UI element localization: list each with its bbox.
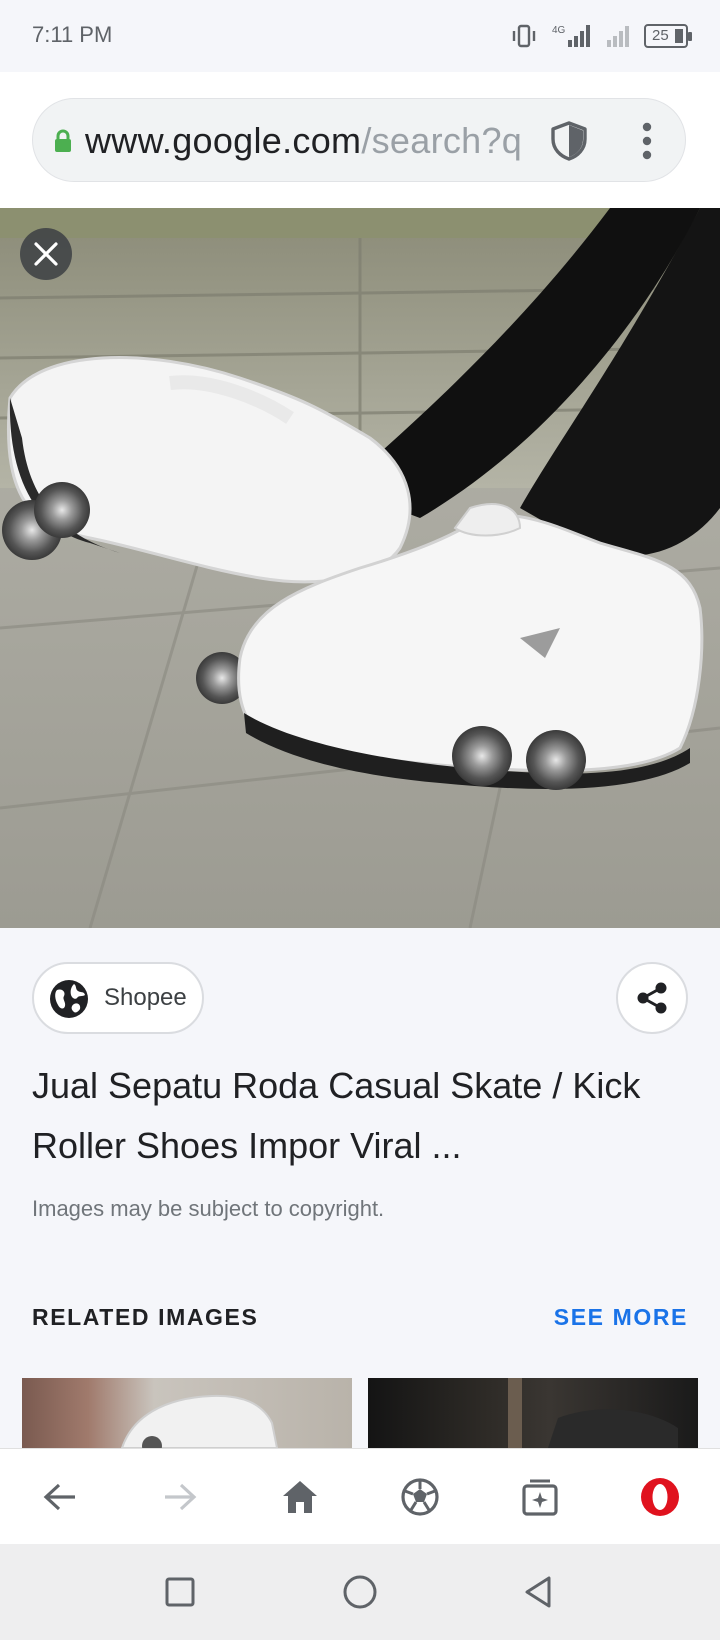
source-name: Shopee [104,984,187,1011]
status-time: 7:11 PM [32,22,113,47]
globe-icon [50,980,88,1018]
forward-button[interactable] [156,1473,204,1521]
arrow-left-icon [43,1483,75,1511]
share-icon [637,982,667,1014]
shield-icon[interactable] [547,119,591,163]
see-more-link[interactable]: SEE MORE [554,1304,688,1331]
soccer-ball-icon [401,1478,439,1516]
copyright-note: Images may be subject to copyright. [32,1196,385,1221]
tabs-icon [522,1479,558,1516]
arrow-right-icon [165,1483,197,1511]
back-button[interactable] [36,1473,84,1521]
system-home-button[interactable] [338,1570,382,1614]
square-icon [165,1577,195,1607]
url-path: /search?q [361,120,523,161]
tabs-button[interactable] [516,1473,564,1521]
address-bar[interactable]: www.google.com/search?q [32,98,686,182]
related-images-header: RELATED IMAGES [32,1304,259,1330]
related-image-thumbnail[interactable] [22,1378,352,1448]
status-bar: 7:11 PM 4G 25 [0,0,720,72]
url-text[interactable]: www.google.com/search?q [85,118,567,164]
browser-toolbar: www.google.com/search?q [0,72,720,208]
battery-level: 25 [652,27,669,44]
opera-logo-icon [641,1478,679,1516]
browser-screen: 7:11 PM 4G 25 www.google.com/search?q Sh… [0,0,720,1640]
discover-button[interactable] [396,1473,444,1521]
network-type-label: 4G [552,25,566,36]
home-icon [283,1481,317,1513]
more-vert-icon[interactable] [641,121,653,161]
result-title[interactable]: Jual Sepatu Roda Casual Skate / Kick Rol… [32,1056,682,1176]
related-image-thumbnail[interactable] [368,1378,698,1448]
close-button[interactable] [20,228,72,280]
source-chip[interactable]: Shopee [32,962,204,1034]
result-image [0,208,720,928]
lock-icon [55,129,71,152]
url-host: www.google.com [85,120,362,161]
circle-icon [343,1575,377,1609]
recent-apps-button[interactable] [158,1570,202,1614]
battery-icon: 25 [644,24,692,48]
share-button[interactable] [616,962,688,1034]
system-back-button[interactable] [516,1570,560,1614]
home-button[interactable] [276,1473,324,1521]
vibrate-icon [512,24,536,48]
system-nav-bar [0,1544,720,1640]
mobile-signal-icon: 4G [552,25,590,47]
related-image-1 [120,1394,279,1448]
close-icon [34,242,58,266]
browser-bottom-nav [0,1448,720,1544]
opera-menu-button[interactable] [636,1473,684,1521]
signal-icon-secondary [607,26,629,47]
status-icons: 4G 25 [510,20,692,52]
triangle-back-icon [525,1576,551,1608]
related-image-2 [508,1378,678,1448]
